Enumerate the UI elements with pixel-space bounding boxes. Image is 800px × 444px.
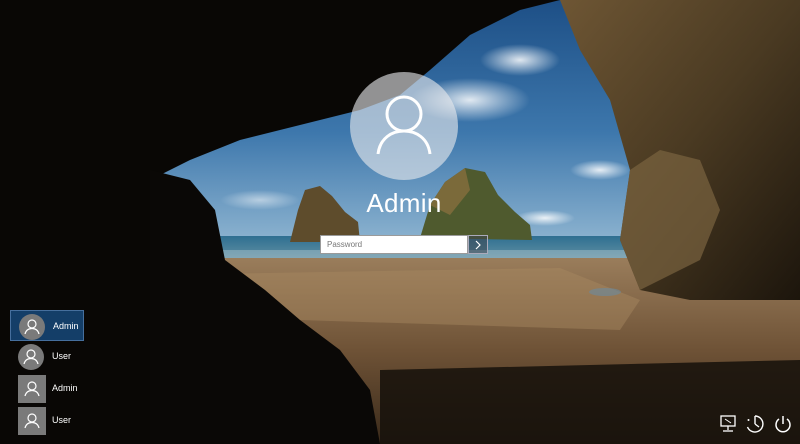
password-row (320, 235, 488, 254)
user-tile-avatar (19, 314, 45, 340)
user-tile-label: User (52, 351, 72, 361)
user-tile-admin-2[interactable]: Admin (10, 373, 84, 404)
user-icon (24, 381, 40, 397)
network-button[interactable] (718, 414, 738, 434)
user-tile-label: Admin (53, 321, 79, 331)
user-avatar (350, 72, 458, 180)
user-tile-admin[interactable]: Admin (10, 310, 84, 341)
user-tile-label: Admin (52, 383, 78, 393)
power-button[interactable] (773, 414, 793, 434)
lock-screen-wallpaper (0, 0, 800, 444)
user-tile-avatar (18, 344, 44, 370)
user-icon (376, 95, 432, 155)
user-tile-label: User (52, 415, 72, 425)
user-tile-user[interactable]: User (10, 341, 84, 372)
user-icon (24, 319, 40, 335)
network-icon (720, 415, 736, 432)
user-tile-avatar (18, 375, 46, 403)
arrow-right-icon (475, 240, 481, 249)
ease-of-access-icon (746, 415, 764, 433)
user-icon (24, 413, 40, 429)
password-input[interactable] (320, 235, 468, 254)
submit-button[interactable] (468, 235, 488, 254)
ease-of-access-button[interactable] (745, 414, 765, 434)
user-tile-user-2[interactable]: User (10, 405, 84, 436)
username-label: Admin (366, 188, 442, 218)
power-icon (775, 416, 791, 433)
user-icon (23, 349, 39, 365)
user-tile-avatar (18, 407, 46, 435)
